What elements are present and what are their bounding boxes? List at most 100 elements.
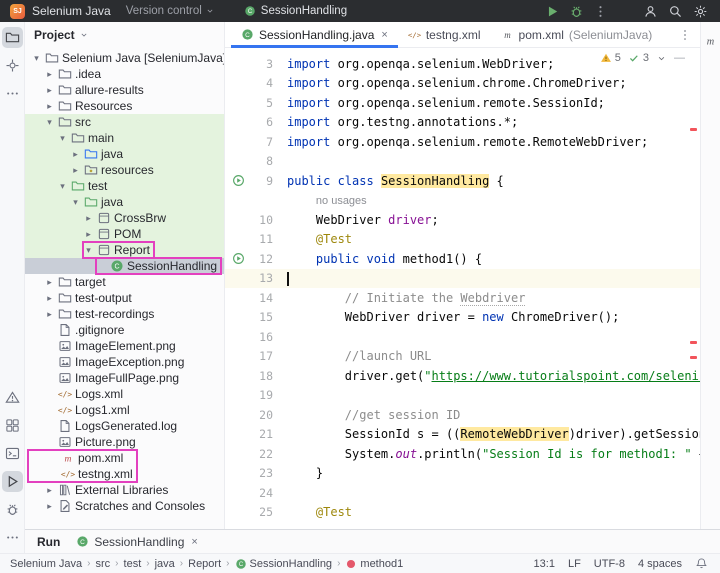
run-test-icon[interactable] — [229, 174, 247, 187]
more-actions[interactable] — [590, 1, 610, 21]
line-number[interactable]: 23 — [247, 466, 273, 480]
line-number[interactable]: 24 — [247, 486, 273, 500]
tree-item-crossbrw[interactable]: ▸CrossBrw — [25, 210, 224, 226]
chevron-right-icon[interactable]: ▸ — [44, 85, 55, 96]
debug-button[interactable] — [566, 1, 586, 21]
code-editor[interactable]: 5 3 — 3import org.openqa.selenium.WebDri… — [225, 48, 700, 529]
indent-style[interactable]: 4 spaces — [638, 558, 682, 570]
line-number[interactable]: 8 — [247, 154, 273, 168]
tree-item-test-recordings[interactable]: ▸test-recordings — [25, 306, 224, 322]
chevron-down-icon[interactable]: ▾ — [57, 133, 68, 144]
tree-item-external-libraries[interactable]: ▸External Libraries — [25, 482, 224, 498]
code-line-17[interactable]: 17 //launch URL — [225, 347, 700, 367]
tree-item-gitignore[interactable]: .gitignore — [25, 322, 224, 338]
tree-item-logs1-xml[interactable]: </>Logs1.xml — [25, 402, 224, 418]
line-number[interactable]: 12 — [247, 252, 273, 266]
line-number[interactable]: 21 — [247, 427, 273, 441]
chevron-right-icon[interactable]: ▸ — [83, 229, 94, 240]
breadcrumb-report[interactable]: Report — [186, 558, 223, 570]
code-line-22[interactable]: 22 System.out.println("Session Id is for… — [225, 444, 700, 464]
tree-item-pom[interactable]: ▸POM — [25, 226, 224, 242]
code-line-6[interactable]: 6import org.testng.annotations.*; — [225, 113, 700, 133]
code-line-8[interactable]: 8 — [225, 152, 700, 172]
tree-item-selenium-java-seleniumjava[interactable]: ▾Selenium Java [SeleniumJava]~/IdeaProj — [25, 50, 224, 66]
inlay-hint-line[interactable]: no usages — [225, 191, 700, 211]
line-number[interactable]: 7 — [247, 135, 273, 149]
line-number[interactable]: 14 — [247, 291, 273, 305]
tree-item-picture-png[interactable]: Picture.png — [25, 434, 224, 450]
code-line-9[interactable]: 9public class SessionHandling { — [225, 171, 700, 191]
tree-item-imageelement-png[interactable]: ImageElement.png — [25, 338, 224, 354]
terminal-tool-button[interactable] — [2, 443, 23, 464]
vcs-widget[interactable]: Version control — [126, 5, 215, 17]
code-line-24[interactable]: 24 — [225, 483, 700, 503]
chevron-right-icon[interactable]: ▸ — [70, 165, 81, 176]
line-number[interactable]: 4 — [247, 76, 273, 90]
code-line-25[interactable]: 25 @Test — [225, 503, 700, 523]
more-tool-windows-tool-button[interactable] — [2, 83, 23, 104]
tree-item-imagefullpage-png[interactable]: ImageFullPage.png — [25, 370, 224, 386]
line-number[interactable]: 13 — [247, 271, 273, 285]
inspections-widget[interactable]: 5 3 — — [595, 50, 690, 66]
error-stripe-mark[interactable] — [690, 356, 697, 359]
close-icon[interactable]: × — [381, 29, 387, 41]
run-test-icon[interactable] — [229, 252, 247, 265]
chevron-right-icon[interactable]: ▸ — [44, 277, 55, 288]
error-stripe-mark[interactable] — [690, 341, 697, 344]
chevron-right-icon[interactable]: ▸ — [44, 485, 55, 496]
breadcrumb-test[interactable]: test — [122, 558, 144, 570]
tree-item-imageexception-png[interactable]: ImageException.png — [25, 354, 224, 370]
breadcrumb-method1[interactable]: method1 — [343, 558, 405, 570]
settings-icon[interactable] — [690, 1, 710, 21]
breadcrumb-selenium-java[interactable]: Selenium Java — [8, 558, 84, 570]
code-line-20[interactable]: 20 //get session ID — [225, 405, 700, 425]
run-button[interactable] — [542, 1, 562, 21]
breadcrumb-src[interactable]: src — [94, 558, 113, 570]
chevron-right-icon[interactable]: ▸ — [70, 149, 81, 160]
line-number[interactable]: 16 — [247, 330, 273, 344]
tree-item-resources[interactable]: ▸resources — [25, 162, 224, 178]
code-line-4[interactable]: 4import org.openqa.selenium.chrome.Chrom… — [225, 74, 700, 94]
code-line-15[interactable]: 15 WebDriver driver = new ChromeDriver()… — [225, 308, 700, 328]
maven-tool-button[interactable]: m — [700, 30, 720, 51]
chevron-right-icon[interactable]: ▸ — [44, 501, 55, 512]
code-line-11[interactable]: 11 @Test — [225, 230, 700, 250]
tab-sessionhandling-java[interactable]: CSessionHandling.java× — [231, 22, 398, 47]
tree-item-test[interactable]: ▾test — [25, 178, 224, 194]
project-tool-button[interactable] — [2, 27, 23, 48]
code-line-14[interactable]: 14 // Initiate the Webdriver — [225, 288, 700, 308]
tree-item-sessionhandling[interactable]: CSessionHandling — [25, 258, 224, 274]
cursor-position[interactable]: 13:1 — [534, 558, 555, 570]
user-icon[interactable] — [640, 1, 660, 21]
code-line-12[interactable]: 12 public void method1() { — [225, 249, 700, 269]
chevron-right-icon[interactable]: ▸ — [44, 293, 55, 304]
chevron-right-icon[interactable]: ▸ — [44, 309, 55, 320]
project-logo[interactable]: SJ — [10, 4, 25, 19]
tree-item-resources[interactable]: ▸Resources — [25, 98, 224, 114]
tree-item-target[interactable]: ▸target — [25, 274, 224, 290]
line-number[interactable]: 20 — [247, 408, 273, 422]
run-panel-title[interactable]: Run — [37, 535, 60, 549]
tree-item-java[interactable]: ▾java — [25, 194, 224, 210]
run-tool-button[interactable] — [2, 471, 23, 492]
line-number[interactable]: 5 — [247, 96, 273, 110]
breadcrumb-java[interactable]: java — [153, 558, 177, 570]
line-number[interactable]: 3 — [247, 57, 273, 71]
line-number[interactable]: 9 — [247, 174, 273, 188]
code-line-10[interactable]: 10 WebDriver driver; — [225, 210, 700, 230]
code-line-21[interactable]: 21 SessionId s = ((RemoteWebDriver)drive… — [225, 425, 700, 445]
tree-item-java[interactable]: ▸java — [25, 146, 224, 162]
code-line-13[interactable]: 13 — [225, 269, 700, 289]
line-number[interactable]: 25 — [247, 505, 273, 519]
code-line-18[interactable]: 18 driver.get("https://www.tutorialspoin… — [225, 366, 700, 386]
line-number[interactable]: 15 — [247, 310, 273, 324]
minimize-icon[interactable]: — — [674, 52, 685, 64]
code-line-5[interactable]: 5import org.openqa.selenium.remote.Sessi… — [225, 93, 700, 113]
chevron-down-icon[interactable]: ▾ — [44, 117, 55, 128]
tree-item-src[interactable]: ▾src — [25, 114, 224, 130]
chevron-down-icon[interactable]: ▾ — [83, 245, 94, 256]
project-name[interactable]: Selenium Java — [32, 4, 111, 18]
tree-item-allure-results[interactable]: ▸allure-results — [25, 82, 224, 98]
code-line-23[interactable]: 23 } — [225, 464, 700, 484]
run-tab[interactable]: C SessionHandling × — [76, 535, 198, 549]
